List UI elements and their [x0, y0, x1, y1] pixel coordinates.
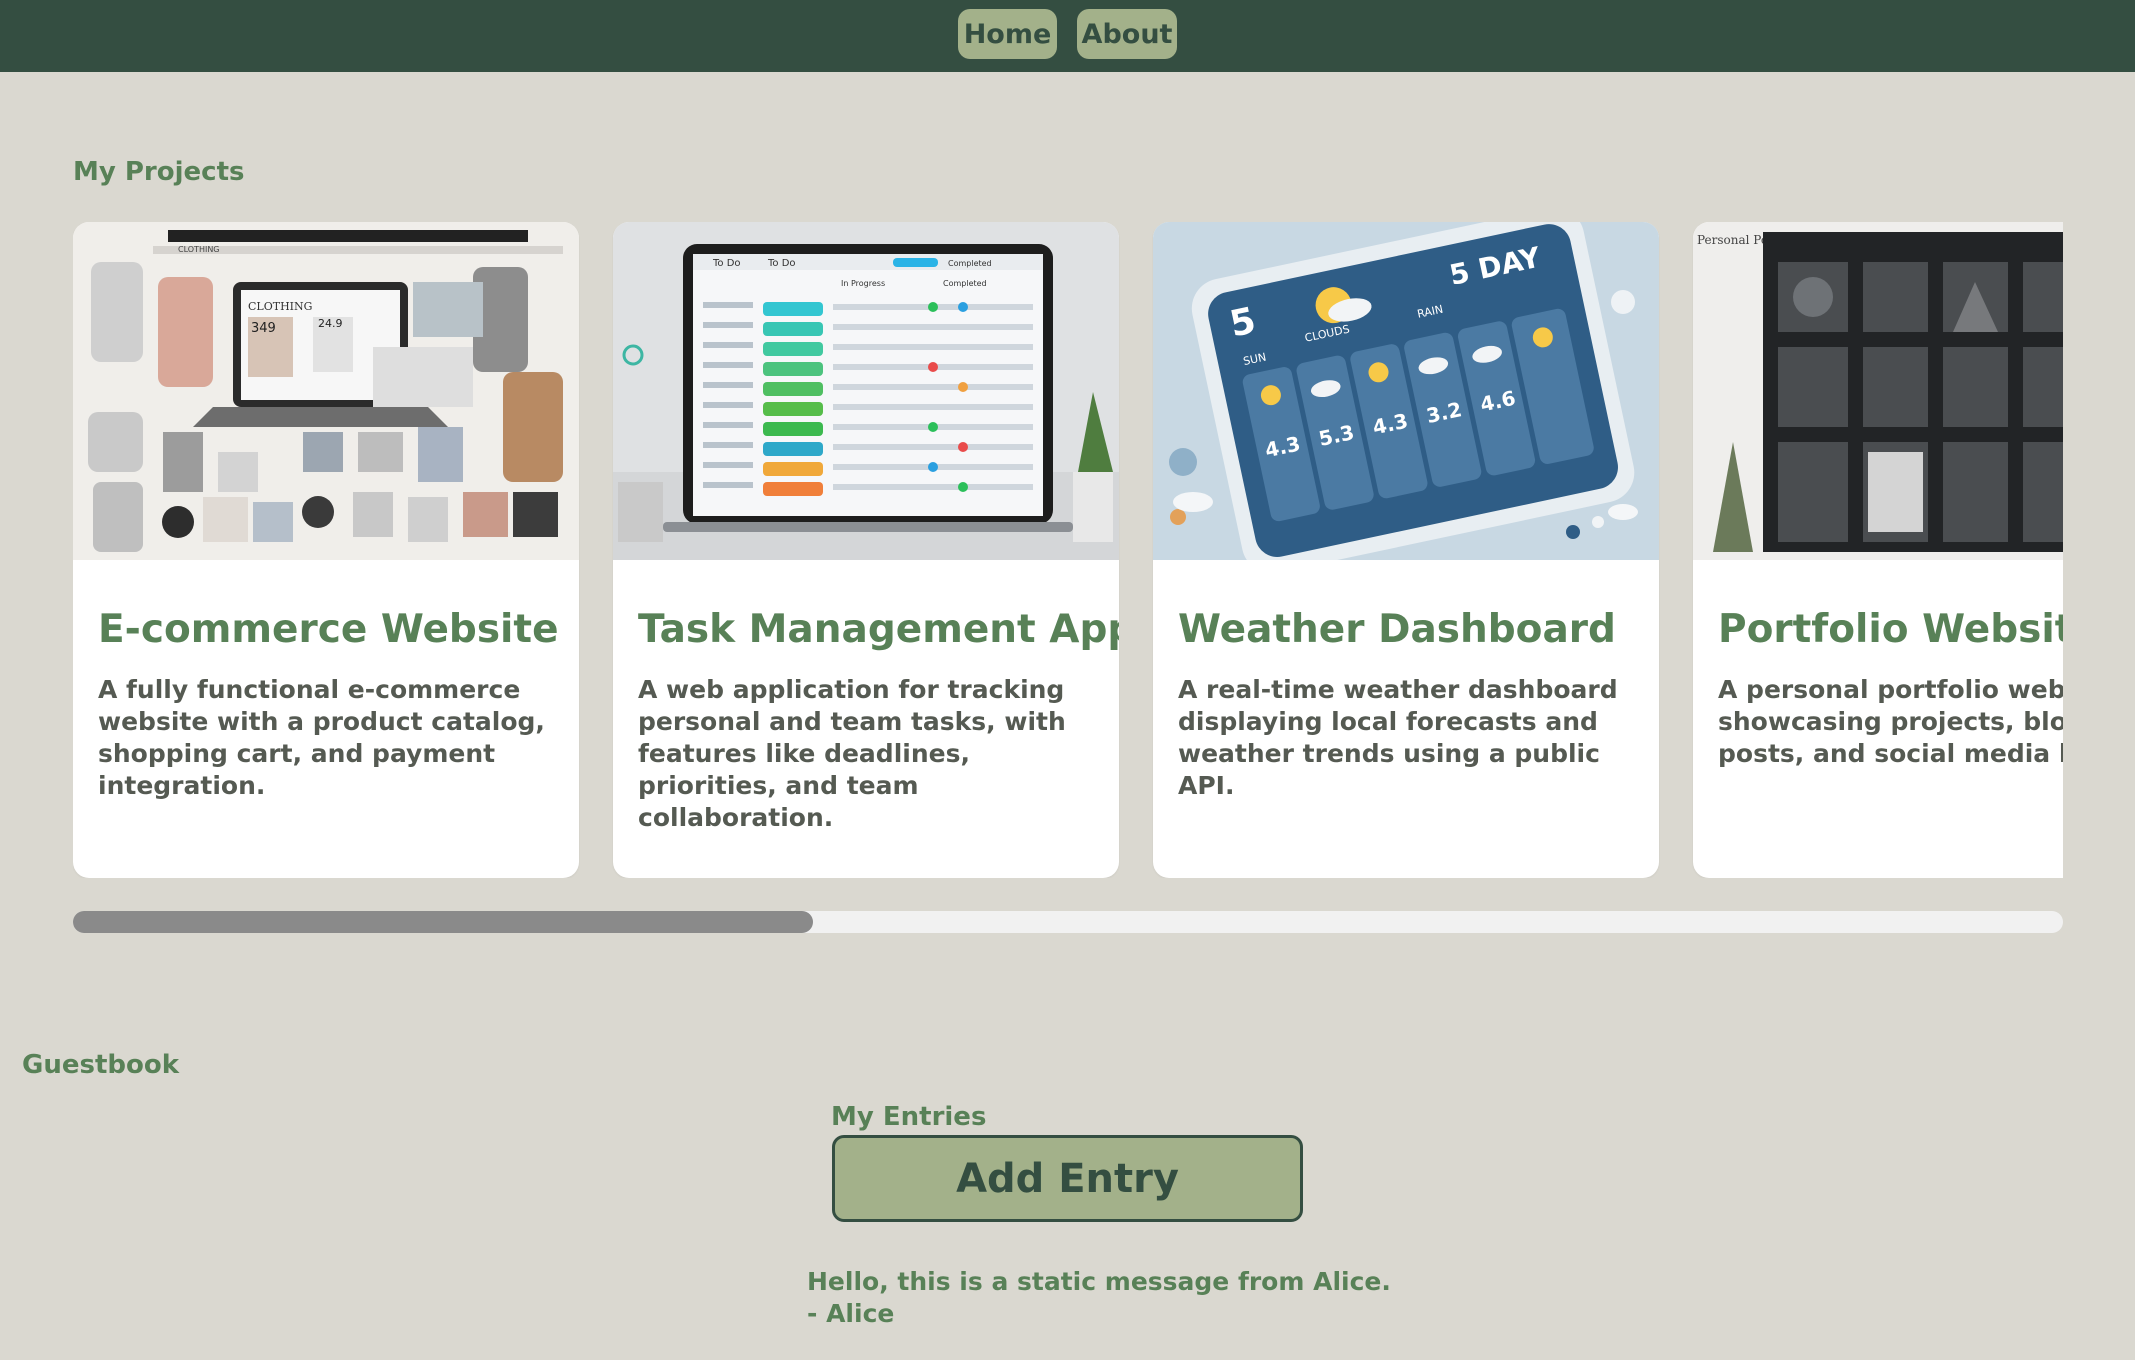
svg-text:Completed: Completed — [948, 259, 992, 268]
projects-scrollbar[interactable] — [73, 911, 2063, 933]
project-card-title: E-commerce Website — [98, 607, 559, 652]
laptop-task-board-image: To Do To Do Completed In Progress Comple… — [613, 222, 1119, 560]
project-card-title: Task Management App — [638, 607, 1119, 652]
project-card[interactable]: CLOTHING CLOTHING 349 24.9 E-commerce We… — [73, 222, 579, 878]
portfolio-grid-image: Personal Portfolio — [1693, 222, 2063, 560]
add-entry-button[interactable]: Add Entry — [832, 1135, 1303, 1222]
project-card-title: Portfolio Website — [1718, 607, 2063, 652]
svg-text:Completed: Completed — [943, 279, 987, 288]
guestbook-entry: Hello, this is a static message from Ali… — [807, 1266, 1391, 1330]
guestbook-entry-message: Hello, this is a static message from Ali… — [807, 1267, 1391, 1296]
project-card[interactable]: 5 5 DAY SUN CLOUDS RAIN 4.3 5.3 4.3 3.2 … — [1153, 222, 1659, 878]
project-card-description: A fully functional e-commerce website wi… — [98, 675, 545, 800]
nav-home-button[interactable]: Home — [958, 9, 1057, 59]
svg-text:349: 349 — [251, 321, 276, 336]
my-entries-label: My Entries — [831, 1102, 987, 1132]
svg-text:To Do: To Do — [767, 258, 796, 269]
projects-carousel[interactable]: CLOTHING CLOTHING 349 24.9 E-commerce We… — [73, 222, 2063, 878]
guestbook-entry-author: - Alice — [807, 1299, 895, 1328]
svg-text:To Do: To Do — [712, 258, 741, 269]
project-card[interactable]: To Do To Do Completed In Progress Comple… — [613, 222, 1119, 878]
project-card-description: A real-time weather dashboard displaying… — [1178, 675, 1618, 800]
project-card-description: A web application for tracking personal … — [638, 675, 1066, 832]
project-card-title: Weather Dashboard — [1178, 607, 1616, 652]
weather-tablet-image: 5 5 DAY SUN CLOUDS RAIN 4.3 5.3 4.3 3.2 … — [1153, 222, 1659, 560]
project-card-description: A personal portfolio website showcasing … — [1718, 675, 2063, 768]
svg-text:In Progress: In Progress — [841, 279, 885, 288]
guestbook-heading: Guestbook — [22, 1050, 180, 1080]
svg-text:CLOTHING: CLOTHING — [248, 300, 312, 313]
svg-text:24.9: 24.9 — [318, 317, 343, 330]
ecommerce-collage-image: CLOTHING CLOTHING 349 24.9 — [73, 222, 579, 560]
projects-scrollbar-thumb[interactable] — [73, 911, 813, 933]
svg-text:CLOTHING: CLOTHING — [178, 245, 220, 254]
project-card[interactable]: Personal Portfolio Portfolio Website A p… — [1693, 222, 2063, 878]
projects-heading: My Projects — [73, 157, 245, 187]
top-nav-bar: Home About — [0, 0, 2135, 72]
nav-about-button[interactable]: About — [1077, 9, 1177, 59]
